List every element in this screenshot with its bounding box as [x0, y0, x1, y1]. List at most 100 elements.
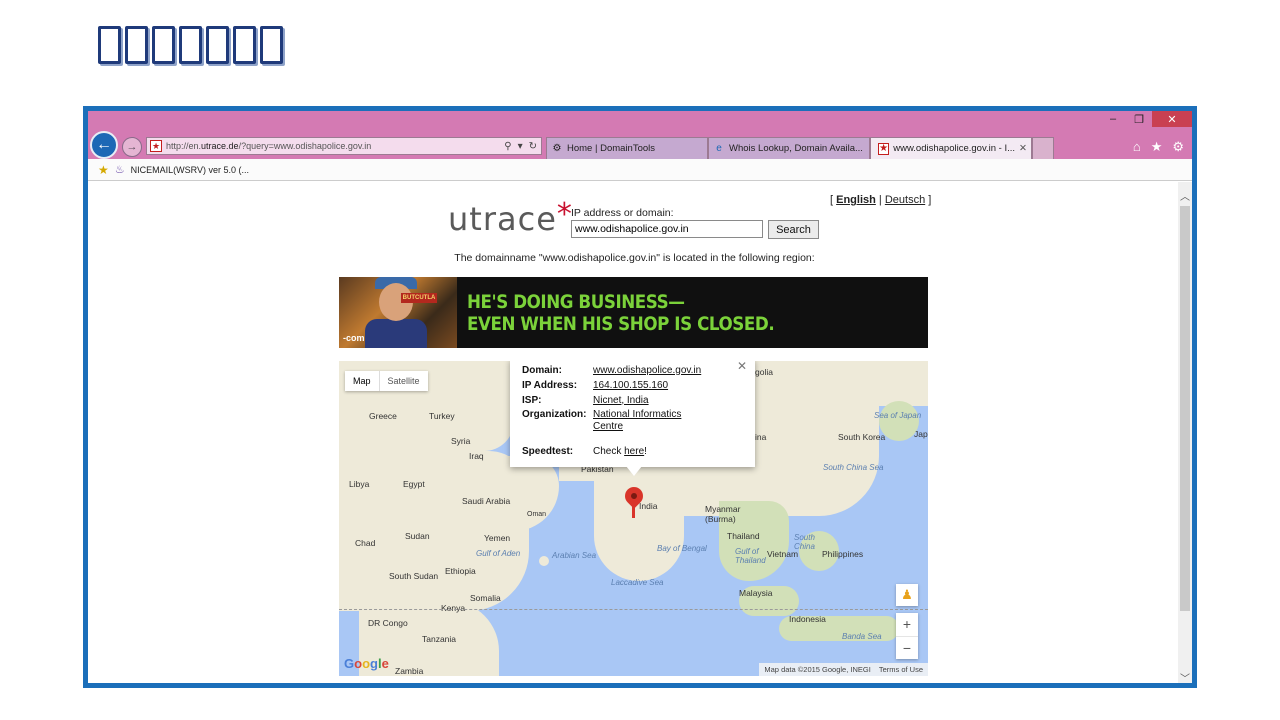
sea-label: Arabian Sea — [552, 551, 597, 560]
map-label: Thailand — [727, 531, 760, 541]
zoom-in-button[interactable]: + — [896, 613, 918, 637]
ad-shop-sign: BUTCUTLA — [401, 293, 437, 303]
address-bar[interactable]: ★ http://en.utrace.de/?query=www.odishap… — [146, 137, 542, 155]
speedtest-suffix: ! — [644, 446, 647, 457]
close-tab-icon[interactable]: ✕ — [1015, 143, 1027, 154]
slide-title — [98, 26, 283, 70]
scroll-down-icon[interactable]: ﹀ — [1178, 670, 1192, 683]
info-key: ISP: — [522, 395, 542, 406]
sea-label: South China — [794, 533, 815, 551]
forward-button[interactable]: → — [122, 137, 142, 157]
tab-utrace-active[interactable]: ★ www.odishapolice.gov.in - I... ✕ — [870, 137, 1032, 159]
back-button[interactable]: ← — [90, 131, 118, 159]
window-controls: – ❐ ✕ — [1100, 111, 1192, 127]
sea-label: Sea of Japan — [874, 411, 922, 420]
map-type-control: Map Satellite — [345, 371, 428, 391]
sea-label: Laccadive Sea — [611, 578, 664, 587]
location-description: The domainname "www.odishapolice.gov.in"… — [454, 252, 815, 264]
tab-whois[interactable]: e Whois Lookup, Domain Availa... — [708, 137, 870, 159]
tab-label: www.odishapolice.gov.in - I... — [893, 143, 1016, 154]
location-pin-stem — [632, 502, 635, 518]
map-label: India — [639, 501, 658, 511]
utrace-logo[interactable]: utrace* — [448, 197, 573, 238]
sea-label-china: China — [794, 542, 815, 551]
zoom-out-button[interactable]: − — [896, 637, 918, 660]
google-logo[interactable]: Google — [344, 656, 389, 671]
org-link[interactable]: National Informatics Centre — [593, 409, 681, 433]
info-key: Speedtest: — [522, 446, 574, 457]
info-key: IP Address: — [522, 380, 578, 391]
ip-link[interactable]: 164.100.155.160 — [593, 380, 668, 392]
ad-figure-body — [365, 319, 427, 348]
home-icon[interactable]: ⌂ — [1133, 139, 1141, 155]
isp-link[interactable]: Nicnet, India — [593, 395, 649, 407]
map-label: Libya — [349, 479, 370, 489]
favorites-bar: ★ ♨ NICEMAIL(WSRV) ver 5.0 (... — [88, 159, 1192, 181]
domain-link[interactable]: www.odishapolice.gov.in — [593, 365, 701, 377]
map-label: Myanmar (Burma) — [705, 504, 740, 524]
satellite-view-button[interactable]: Satellite — [378, 371, 428, 391]
utrace-favicon: ★ — [150, 140, 162, 152]
favorites-star-icon[interactable]: ★ — [1151, 139, 1163, 155]
ad-dotcom: -com — [343, 333, 365, 343]
map-label: Kenya — [441, 603, 466, 613]
address-actions: ⚲ ▾ ↻ — [504, 141, 541, 152]
scroll-thumb[interactable] — [1180, 206, 1190, 611]
tab-label: Whois Lookup, Domain Availa... — [729, 143, 863, 154]
lang-english-link[interactable]: English — [836, 194, 876, 206]
map-label: Syria — [451, 436, 471, 446]
lang-deutsch-link[interactable]: Deutsch — [885, 194, 925, 206]
title-glyph — [152, 26, 175, 64]
new-tab-button[interactable] — [1032, 137, 1054, 159]
terms-link[interactable]: Terms of Use — [879, 665, 923, 674]
title-glyph — [125, 26, 148, 64]
ad-headline-line: HE'S DOING BUSINESS— — [467, 291, 685, 313]
info-row-domain: Domain: www.odishapolice.gov.in — [522, 363, 743, 378]
toolbar-icons: ⌂ ★ ⚙ — [1133, 139, 1184, 155]
land-island — [539, 556, 549, 566]
dropdown-icon[interactable]: ▾ — [518, 141, 523, 152]
search-icon[interactable]: ⚲ — [504, 141, 511, 152]
minimize-button[interactable]: – — [1100, 111, 1126, 127]
map-label: Greece — [369, 411, 397, 421]
ad-headline-line: EVEN WHEN HIS SHOP IS CLOSED. — [467, 313, 775, 335]
favorite-link[interactable]: NICEMAIL(WSRV) ver 5.0 (... — [131, 165, 249, 175]
map-view-button[interactable]: Map — [345, 371, 379, 391]
page-content: [ English | Deutsch ] utrace* IP address… — [88, 182, 1178, 683]
close-icon[interactable]: ✕ — [737, 361, 747, 373]
info-window: ✕ Domain: www.odishapolice.gov.in IP Add… — [510, 361, 755, 467]
info-key: Domain: — [522, 365, 562, 376]
language-switch: [ English | Deutsch ] — [830, 194, 931, 206]
search-input[interactable] — [571, 220, 763, 238]
utrace-favicon: ★ — [878, 142, 890, 155]
speedtest-link[interactable]: here — [624, 446, 644, 457]
domaintools-icon: ⚙ — [552, 143, 562, 154]
close-window-button[interactable]: ✕ — [1152, 111, 1192, 127]
restore-button[interactable]: ❐ — [1126, 111, 1152, 127]
tab-domaintools[interactable]: ⚙ Home | DomainTools — [546, 137, 708, 159]
search-button[interactable]: Search — [768, 220, 819, 239]
map-label: Egypt — [403, 479, 425, 489]
sea-label: Gulf of Thailand — [735, 547, 766, 565]
street-view-pegman-icon[interactable]: ♟ — [896, 584, 918, 606]
title-glyph — [179, 26, 202, 64]
map-label: golia — [755, 367, 773, 377]
info-row-ip: IP Address: 164.100.155.160 — [522, 378, 743, 393]
land-arabia — [449, 456, 559, 531]
ad-headline: HE'S DOING BUSINESS— EVEN WHEN HIS SHOP … — [467, 291, 775, 335]
refresh-icon[interactable]: ↻ — [529, 141, 537, 152]
vertical-scrollbar[interactable]: ︿ ﹀ — [1178, 182, 1192, 683]
url-text[interactable]: http://en.utrace.de/?query=www.odishapol… — [166, 141, 504, 151]
ad-banner[interactable]: BUTCUTLA -com HE'S DOING BUSINESS— EVEN … — [339, 277, 928, 348]
map-label: South Korea — [838, 432, 886, 442]
add-favorite-icon[interactable]: ★ — [98, 163, 109, 177]
title-glyph — [260, 26, 283, 64]
gear-icon[interactable]: ⚙ — [1172, 139, 1184, 155]
location-map[interactable]: Greece Turkey Syria Iraq Libya Egypt Sau… — [339, 361, 928, 676]
lang-bracket: [ — [830, 194, 834, 206]
url-prefix: http://en. — [166, 141, 202, 151]
speedtest-text: Check here! — [593, 446, 647, 457]
scroll-up-icon[interactable]: ︿ — [1178, 188, 1192, 204]
map-label: Zambia — [395, 666, 424, 676]
